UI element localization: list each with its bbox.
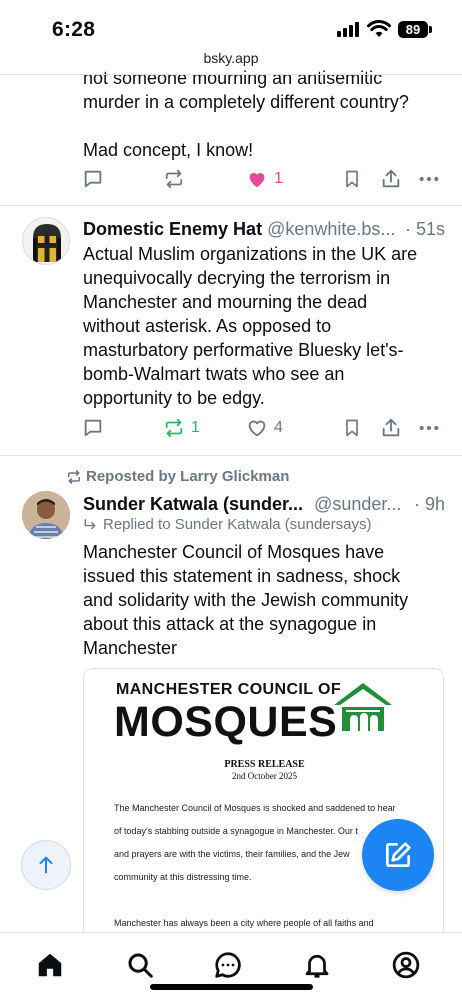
share-button[interactable]: [380, 166, 402, 192]
browser-url[interactable]: bsky.app: [0, 50, 462, 66]
repost-arrows-icon: [165, 418, 183, 438]
repost-button[interactable]: [163, 166, 185, 192]
post-divider: [0, 455, 462, 456]
bookmark-button[interactable]: [342, 166, 362, 192]
heart-icon: [249, 173, 265, 188]
handle[interactable]: @kenwhite.bs...: [267, 219, 395, 239]
profile-icon: [392, 951, 420, 979]
text-line: unequivocally decrying the terrorism in: [83, 268, 391, 288]
bookmark-icon: [346, 419, 358, 437]
text-line: issued this statement in sadness, shock: [83, 566, 401, 586]
body-line: [114, 889, 434, 912]
display-name[interactable]: Sunder Katwala (sunder...: [83, 494, 303, 514]
more-dots-icon: [419, 176, 439, 182]
text-line: Mad concept, I know!: [83, 140, 254, 160]
post-3-author[interactable]: Sunder Katwala (sunder... @sunder... · 9…: [83, 492, 445, 516]
timestamp[interactable]: · 9h: [409, 492, 445, 516]
nav-home[interactable]: [30, 945, 70, 985]
text-line: about this attack at the synagogue in: [83, 614, 377, 634]
search-icon: [128, 953, 153, 978]
repost-arrows-icon: [67, 469, 81, 484]
nav-search[interactable]: [120, 945, 160, 985]
scroll-to-top-button[interactable]: [21, 840, 71, 890]
home-indicator: [150, 984, 313, 990]
speech-bubble-icon: [84, 170, 102, 188]
heart-icon: [248, 420, 266, 437]
bookmark-icon: [346, 170, 358, 188]
post-1-actions: 1: [82, 166, 442, 192]
timestamp[interactable]: · 51s: [400, 217, 445, 241]
text-line: murder in a completely different country…: [83, 92, 409, 112]
speech-bubble-icon: [84, 419, 102, 437]
text-line: [83, 114, 443, 138]
reposted-by-line[interactable]: Reposted by Larry Glickman: [66, 468, 289, 485]
chat-icon: [215, 952, 241, 978]
press-release-title: PRESS RELEASE: [224, 759, 305, 770]
handle[interactable]: @sunder...: [314, 494, 401, 514]
reply-button[interactable]: [82, 415, 104, 441]
post-2-text: Actual Muslim organizations in the UK ar…: [83, 242, 443, 410]
post-2-actions: 1 4: [82, 415, 442, 441]
compose-pencil-icon: [386, 842, 411, 867]
more-dots-icon: [419, 425, 439, 431]
bell-icon: [305, 954, 329, 978]
like-button[interactable]: 1: [246, 166, 283, 192]
compose-button[interactable]: [362, 819, 434, 891]
text-line: Manchester: [83, 638, 178, 658]
signal-icon: [337, 22, 359, 37]
reply-button[interactable]: [82, 166, 104, 192]
nav-notifications[interactable]: [297, 945, 337, 985]
avatar[interactable]: [22, 491, 70, 539]
post-3-text: Manchester Council of Mosques have issue…: [83, 540, 443, 660]
replied-to-line[interactable]: Replied to Sunder Katwala (sundersays): [83, 516, 371, 533]
replied-to-text: Replied to Sunder Katwala (sundersays): [103, 516, 372, 533]
post-1-text: not someone mourning an antisemitic murd…: [83, 66, 443, 162]
nav-chat[interactable]: [208, 945, 248, 985]
text-line: Actual Muslim organizations in the UK ar…: [83, 244, 418, 264]
share-icon: [382, 169, 400, 188]
reposted-by-text: Reposted by Larry Glickman: [86, 468, 290, 485]
text-line: Manchester and mourning the dead: [83, 292, 368, 312]
embedded-image[interactable]: MANCHESTER COUNCIL OF MOSQUES PRESS RELE…: [83, 668, 444, 968]
display-name[interactable]: Domestic Enemy Hat: [83, 219, 262, 239]
like-button[interactable]: 4: [246, 415, 283, 441]
post-2-author[interactable]: Domestic Enemy Hat @kenwhite.bs... · 51s: [83, 217, 445, 241]
reply-arrow-icon: [84, 518, 96, 529]
home-icon: [38, 953, 62, 977]
wifi-icon: [367, 20, 391, 37]
text-line: without asterisk. As opposed to: [83, 316, 332, 336]
share-icon: [382, 418, 400, 437]
mosque-logo-icon: [334, 683, 392, 731]
avatar[interactable]: [22, 217, 70, 265]
org-name-line-2: MOSQUES: [114, 698, 338, 746]
repost-count: 1: [191, 419, 200, 436]
bookmark-button[interactable]: [342, 415, 362, 441]
header-divider-overlay: [0, 74, 462, 75]
text-line: not someone mourning an antisemitic: [83, 68, 383, 88]
text-line: masturbatory performative Bluesky let's-: [83, 340, 404, 360]
more-button[interactable]: [418, 166, 440, 192]
repost-button[interactable]: 1: [163, 415, 200, 441]
text-line: and solidarity with the Jewish community: [83, 590, 409, 610]
like-count: 4: [274, 419, 283, 436]
text-line: Manchester Council of Mosques have: [83, 542, 385, 562]
body-line: The Manchester Council of Mosques is sho…: [114, 803, 396, 813]
press-release-date: 2nd October 2025: [232, 771, 297, 781]
battery-indicator: 89: [398, 21, 428, 38]
share-button[interactable]: [380, 415, 402, 441]
arrow-up-icon: [39, 856, 53, 874]
status-time: 6:28: [52, 18, 96, 41]
battery-nub: [429, 26, 432, 33]
more-button[interactable]: [418, 415, 440, 441]
status-bar: 6:28 89: [0, 0, 462, 48]
text-line: opportunity to be edgy.: [83, 388, 265, 408]
nav-profile[interactable]: [386, 945, 426, 985]
repost-arrows-icon: [165, 169, 183, 189]
like-count: 1: [274, 170, 283, 187]
helmet-icon: [33, 224, 61, 262]
person-photo-icon: [22, 491, 70, 539]
text-line: bomb-Walmart twats who see an: [83, 364, 345, 384]
post-divider: [0, 205, 462, 206]
